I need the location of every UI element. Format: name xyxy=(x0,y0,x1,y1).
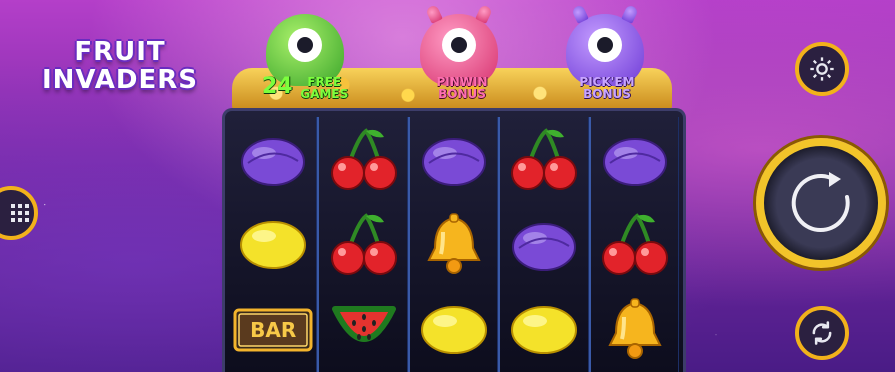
autoplay-button[interactable] xyxy=(795,306,849,360)
bar-symbol-text: BAR xyxy=(250,317,297,342)
lemon-symbol xyxy=(504,292,584,368)
cherries-symbol xyxy=(504,122,584,198)
reel-grid: BAR xyxy=(222,108,686,372)
gear-icon xyxy=(810,57,834,81)
pinwin-line2: BONUS xyxy=(438,87,486,101)
spin-arrow-icon xyxy=(791,172,850,232)
pickem-line2: BONUS xyxy=(583,87,631,101)
pinwin-bonus-label: PINWIN BONUS xyxy=(422,76,502,100)
logo-line-2: INVADERS xyxy=(41,65,198,95)
free-games-count: 24 xyxy=(262,74,293,99)
pickem-bonus-label: PICK'EM BONUS xyxy=(566,76,648,100)
lemon-symbol xyxy=(233,207,313,283)
plum-symbol xyxy=(414,122,494,198)
reel-1: BAR xyxy=(229,117,320,372)
logo-line-1: FRUIT xyxy=(74,37,166,67)
bell-symbol xyxy=(595,292,675,368)
reel-4 xyxy=(500,117,591,372)
plum-symbol xyxy=(595,122,675,198)
settings-button[interactable] xyxy=(795,42,849,96)
grid-menu-icon xyxy=(11,204,30,222)
bell-symbol xyxy=(414,207,494,283)
watermelon-symbol xyxy=(324,292,404,368)
autoplay-refresh-icon xyxy=(812,321,832,345)
plum-symbol xyxy=(233,122,313,198)
reel-3 xyxy=(410,117,501,372)
cherries-symbol xyxy=(324,122,404,198)
reel-5 xyxy=(591,117,679,372)
spin-button[interactable] xyxy=(756,138,886,268)
game-logo: FRUIT INVADERS xyxy=(40,38,200,94)
plum-symbol xyxy=(504,207,584,283)
menu-button[interactable] xyxy=(0,186,38,240)
cherries-symbol xyxy=(324,207,404,283)
bar-symbol: BAR xyxy=(233,292,313,368)
free-games-label: 24 FREE GAMES xyxy=(262,74,354,101)
reel-2 xyxy=(319,117,410,372)
cherries-symbol xyxy=(595,207,675,283)
lemon-symbol xyxy=(414,292,494,368)
